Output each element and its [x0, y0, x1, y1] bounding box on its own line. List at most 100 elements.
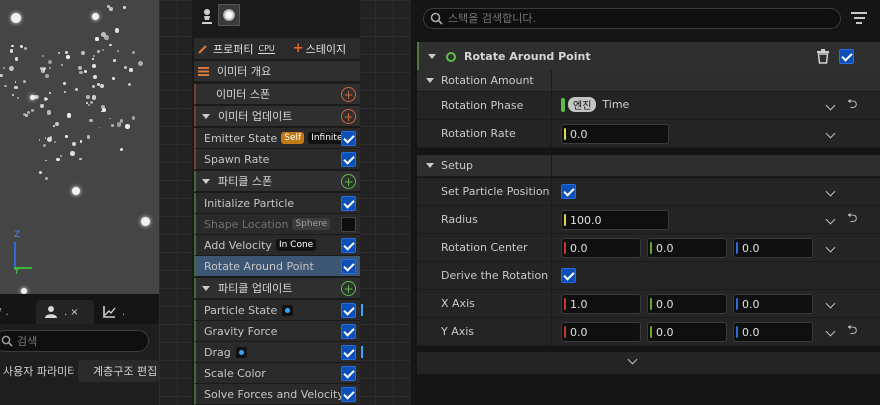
dock-tab-2[interactable]: . ×: [36, 300, 94, 324]
search-icon: [430, 12, 443, 25]
module-enabled-checkbox[interactable]: [341, 387, 356, 402]
stack-search-input[interactable]: [448, 12, 818, 25]
system-thumbnail-icon[interactable]: [218, 4, 240, 26]
trash-icon[interactable]: [816, 49, 830, 64]
collapse-arrow-icon[interactable]: [202, 178, 210, 184]
dropdown-chevron-icon[interactable]: [825, 128, 836, 139]
dropdown-chevron-icon[interactable]: [825, 298, 836, 309]
module-enabled-checkbox[interactable]: [341, 196, 356, 211]
property-checkbox[interactable]: [561, 268, 576, 283]
stack-row[interactable]: Solve Forces and Velocity: [194, 384, 360, 405]
stack-row[interactable]: 파티클 업데이트 +: [194, 278, 360, 299]
filter-icon[interactable]: [851, 12, 867, 26]
section-rotation-amount-label: Rotation Amount: [441, 74, 534, 87]
dock-tab-1[interactable]: / .: [0, 300, 26, 324]
rotation-center-x-field[interactable]: 0.0: [561, 238, 641, 258]
rotation-rate-row[interactable]: Rotation Rate 0.0: [417, 120, 880, 148]
stack-row[interactable]: Rotate Around Point: [194, 256, 360, 277]
radius-row[interactable]: Radius 100.0 ⮌: [417, 206, 880, 234]
x-axis-row[interactable]: X Axis 1.0 0.0 0.0: [417, 290, 880, 318]
collapse-arrow-icon[interactable]: [202, 285, 210, 291]
expand-advanced-row[interactable]: [417, 352, 880, 374]
close-icon[interactable]: ×: [70, 307, 78, 318]
add-module-icon[interactable]: +: [341, 109, 356, 124]
dropdown-chevron-icon[interactable]: [825, 214, 836, 225]
set-particle-position-row[interactable]: Set Particle Position: [417, 178, 880, 206]
dropdown-chevron-icon[interactable]: [825, 242, 836, 253]
reset-to-default-icon[interactable]: ⮌: [847, 212, 860, 225]
section-setup[interactable]: Setup: [417, 155, 880, 177]
module-enabled-checkbox[interactable]: [341, 345, 356, 360]
add-module-icon[interactable]: +: [341, 87, 356, 102]
module-enabled-checkbox[interactable]: [341, 152, 356, 167]
section-rotation-amount[interactable]: Rotation Amount: [417, 70, 880, 92]
dock-tab-3[interactable]: .: [100, 300, 140, 324]
y-axis-row[interactable]: Y Axis 0.0 0.0 0.0 ⮌: [417, 318, 880, 346]
stack-row-label: Add Velocity: [204, 238, 272, 252]
stack-row[interactable]: 이미터 스폰 +: [194, 84, 360, 105]
y-axis-z-field[interactable]: 0.0: [733, 322, 813, 342]
y-axis-x-field[interactable]: 0.0: [561, 322, 641, 342]
stack-search-field[interactable]: [423, 8, 841, 29]
stack-row[interactable]: 파티클 스폰 +: [194, 171, 360, 192]
module-enabled-checkbox[interactable]: [341, 238, 356, 253]
dropdown-chevron-icon[interactable]: [825, 100, 836, 111]
add-module-icon[interactable]: +: [341, 174, 356, 189]
rotation-center-row[interactable]: Rotation Center 0.0 0.0 0.0: [417, 234, 880, 262]
stack-row[interactable]: Scale Color: [194, 363, 360, 384]
stack-row[interactable]: 이미터 개요: [194, 61, 360, 82]
property-checkbox[interactable]: [561, 184, 576, 199]
stack-row[interactable]: Gravity Force: [194, 321, 360, 342]
rotation-center-y-field[interactable]: 0.0: [647, 238, 727, 258]
particle-sprite: [112, 77, 116, 81]
stack-row[interactable]: Drag: [194, 342, 363, 363]
collapse-arrow-icon[interactable]: [426, 163, 434, 168]
x-axis-y-field[interactable]: 0.0: [647, 294, 727, 314]
collapse-arrow-icon[interactable]: [426, 78, 434, 83]
y-axis-x-field-value: 0.0: [570, 325, 588, 339]
add-module-icon[interactable]: +: [341, 281, 356, 296]
module-enabled-checkbox[interactable]: [341, 217, 356, 232]
module-enabled-checkbox[interactable]: [839, 49, 854, 64]
dock-search-input[interactable]: [17, 334, 137, 348]
tab-stage[interactable]: 스테이지: [306, 41, 346, 57]
stack-row[interactable]: Initialize Particle: [194, 193, 360, 214]
stack-row[interactable]: Shape Location Sphere: [194, 214, 360, 235]
gizmo-y-label: Y: [14, 267, 20, 277]
expand-chevron-icon[interactable]: [627, 354, 638, 365]
radius-field[interactable]: 100.0: [561, 210, 669, 230]
stack-row-label: 파티클 스폰: [218, 175, 273, 188]
stack-row[interactable]: Particle State: [194, 300, 363, 321]
tab-properties[interactable]: 프로퍼티: [213, 41, 253, 57]
reset-to-default-icon[interactable]: ⮌: [847, 98, 860, 111]
derive-rotation-row[interactable]: Derive the Rotation A: [417, 262, 880, 290]
x-axis-z-field[interactable]: 0.0: [733, 294, 813, 314]
reset-to-default-icon[interactable]: ⮌: [847, 324, 860, 337]
stack-row[interactable]: Spawn Rate: [194, 149, 360, 170]
module-enabled-checkbox[interactable]: [341, 324, 356, 339]
dock-search-field[interactable]: [0, 330, 149, 352]
rotation-phase-selector[interactable]: 엔진 Time: [561, 97, 629, 112]
dropdown-chevron-icon[interactable]: [825, 326, 836, 337]
stack-row[interactable]: Add Velocity In Cone: [194, 235, 360, 256]
particle-viewport[interactable]: Z Y: [0, 0, 159, 294]
rotation-center-z-field[interactable]: 0.0: [733, 238, 813, 258]
module-enabled-checkbox[interactable]: [341, 303, 356, 318]
y-axis-y-field[interactable]: 0.0: [647, 322, 727, 342]
module-enabled-checkbox[interactable]: [341, 366, 356, 381]
module-enabled-checkbox[interactable]: [341, 131, 356, 146]
user-parameters-button[interactable]: 사용자 파라미터: [0, 360, 74, 382]
rotation-rate-field[interactable]: 0.0: [561, 124, 669, 144]
collapse-arrow-icon[interactable]: [202, 113, 210, 119]
x-axis-x-field[interactable]: 1.0: [561, 294, 641, 314]
stack-row[interactable]: 이미터 업데이트 +: [194, 106, 360, 127]
dropdown-chevron-icon[interactable]: [825, 186, 836, 197]
rotation-phase-row[interactable]: Rotation Phase 엔진 Time ⮌: [417, 92, 880, 120]
particle-sprite: [9, 49, 14, 53]
stack-row[interactable]: Emitter State Self Infinite: [194, 128, 360, 149]
emitter-pin-icon[interactable]: [200, 8, 214, 26]
hierarchy-edit-button[interactable]: 계층구조 편집: [78, 360, 159, 382]
module-enabled-checkbox[interactable]: [341, 259, 356, 274]
module-header[interactable]: Rotate Around Point: [417, 42, 880, 72]
collapse-arrow-icon[interactable]: [428, 54, 436, 59]
